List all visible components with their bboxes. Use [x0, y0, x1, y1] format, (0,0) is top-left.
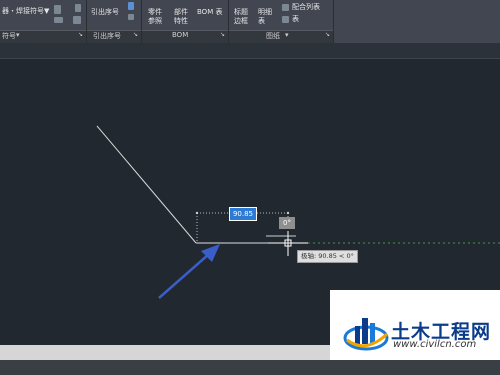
part-ref-line1: 零件 — [148, 8, 162, 16]
status-bar — [0, 360, 500, 375]
dialog-launcher-icon[interactable]: ↘ — [220, 31, 225, 38]
title-frame-button[interactable]: 标题 边框 — [232, 0, 254, 30]
group-drawing — [229, 30, 333, 44]
separator — [333, 0, 334, 43]
group-label-drawing: 图纸 — [266, 32, 280, 40]
title-frame-line2: 边框 — [234, 17, 248, 25]
group-label-bom: BOM — [172, 31, 189, 39]
dialog-launcher-icon[interactable]: ↘ — [325, 31, 330, 38]
weld-symbol-label[interactable]: 器・焊接符号▼ — [2, 7, 49, 16]
leader-number-button[interactable]: 引出序号 — [91, 8, 119, 17]
watermark-logo-icon — [343, 318, 389, 351]
symbol-icon-3[interactable] — [75, 4, 81, 12]
detail-table-line2: 表 — [258, 17, 265, 25]
polar-tooltip: 极轴: 90.85 < 0° — [297, 250, 358, 263]
length-input[interactable]: 90.85 — [229, 207, 257, 221]
angled-line — [96, 125, 197, 244]
part-prop-line1: 部件 — [174, 8, 188, 16]
watermark-url: www.civilcn.com — [393, 339, 477, 350]
group-expand-icon[interactable]: ▾ — [16, 31, 20, 39]
title-frame-line1: 标题 — [234, 8, 248, 16]
part-ref-button[interactable]: 零件 参照 — [146, 0, 168, 30]
ribbon: 器・焊接符号▼ 引出序号 零件 参照 部件 特性 BOM 表 标题 边框 明细 … — [0, 0, 500, 44]
group-label-leader: 引出序号 — [93, 32, 121, 40]
angle-input[interactable]: 0° — [279, 217, 295, 229]
part-prop-button[interactable]: 部件 特性 — [172, 0, 194, 30]
balloon-icon[interactable] — [128, 2, 134, 10]
pointer-arrow-icon — [158, 244, 220, 299]
part-ref-line2: 参照 — [148, 17, 162, 25]
table-icon — [282, 16, 289, 23]
symbol-icon[interactable] — [54, 5, 61, 14]
dialog-launcher-icon[interactable]: ↘ — [78, 31, 83, 38]
fit-list-icon — [282, 4, 289, 11]
group-label-symbol: 符号 — [2, 32, 16, 40]
part-prop-line2: 特性 — [174, 17, 188, 25]
dim-tick — [195, 211, 199, 215]
symbol-icon-4[interactable] — [73, 16, 81, 24]
symbol-icon-2[interactable] — [54, 17, 63, 23]
balloon-icon-2[interactable] — [128, 14, 134, 20]
dialog-launcher-icon[interactable]: ↘ — [133, 31, 138, 38]
detail-table-line1: 明细 — [258, 8, 272, 16]
group-expand-icon[interactable]: ▾ — [285, 31, 289, 39]
document-tab-strip — [0, 43, 500, 59]
table-button[interactable]: 表 — [292, 15, 299, 24]
dim-tick — [286, 211, 290, 215]
fit-list-button[interactable]: 配合列表 — [292, 3, 320, 12]
bom-table-button[interactable]: BOM 表 — [197, 8, 222, 17]
detail-table-button[interactable]: 明细 表 — [256, 0, 278, 30]
